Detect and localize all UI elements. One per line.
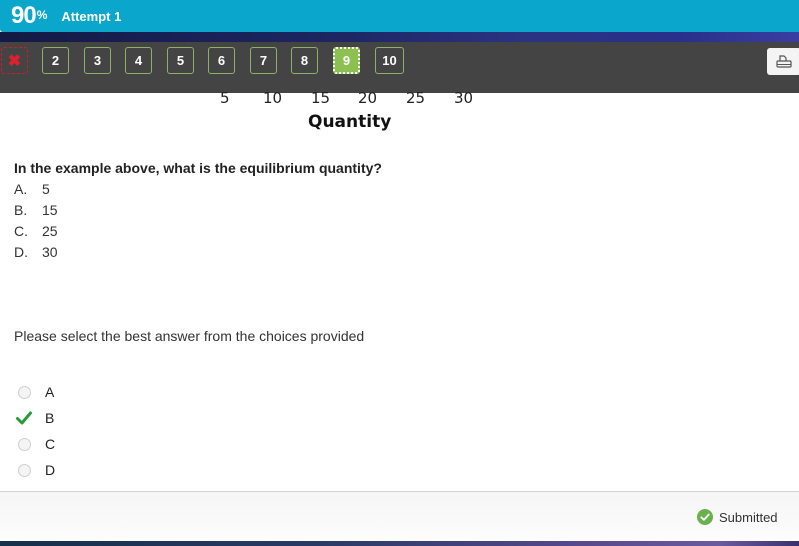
choice-d: D. 30	[14, 244, 58, 260]
choice-letter: A.	[14, 181, 28, 197]
choice-letter: C.	[14, 223, 28, 239]
x-tick-label: 15	[311, 89, 331, 107]
instruction-text: Please select the best answer from the c…	[14, 328, 365, 344]
choice-letter: D.	[14, 244, 28, 260]
attempt-label: Attempt 1	[61, 8, 122, 24]
print-button[interactable]	[767, 48, 799, 75]
question-4-button[interactable]: 4	[125, 47, 152, 74]
choice-value: 15	[42, 202, 58, 218]
checkmark-icon	[16, 411, 32, 425]
question-8-button[interactable]: 8	[291, 47, 318, 74]
radio-button[interactable]	[18, 463, 31, 477]
choice-value: 5	[42, 181, 50, 197]
x-tick-label: 30	[454, 89, 474, 107]
choice-b: B. 15	[14, 202, 58, 218]
question-1-button[interactable]: ✖	[1, 47, 28, 74]
answer-label: B	[45, 410, 55, 426]
score-unit: %	[36, 8, 48, 22]
choice-a: A. 5	[14, 181, 50, 197]
question-10-button[interactable]: 10	[375, 47, 404, 74]
radio-button[interactable]	[18, 385, 31, 399]
question-3-button[interactable]: 3	[84, 47, 111, 74]
background-strip-bottom	[0, 541, 799, 546]
answer-option-c[interactable]: C	[17, 434, 55, 454]
submitted-status: Submitted	[697, 509, 778, 525]
x-tick-label: 25	[406, 89, 426, 107]
question-5-button[interactable]: 5	[167, 47, 194, 74]
choice-value: 30	[42, 244, 58, 260]
question-nav-bar: ✖ 2 3 4 5 6 7 8 9 10	[0, 42, 799, 93]
x-tick-label: 20	[358, 89, 378, 107]
question-2-button[interactable]: 2	[42, 47, 69, 74]
radio-button[interactable]	[18, 437, 31, 451]
footer-bar	[0, 491, 799, 541]
answer-label: A	[45, 384, 55, 400]
choice-c: C. 25	[14, 223, 58, 239]
x-tick-label: 5	[220, 89, 230, 107]
question-text: In the example above, what is the equili…	[14, 160, 382, 176]
choice-letter: B.	[14, 202, 28, 218]
x-axis-label: Quantity	[308, 112, 392, 132]
question-6-button[interactable]: 6	[208, 47, 235, 74]
question-7-button[interactable]: 7	[250, 47, 277, 74]
answer-option-d[interactable]: D	[17, 460, 55, 480]
x-tick-label: 10	[263, 89, 283, 107]
question-9-button[interactable]: 9	[333, 47, 360, 74]
choice-value: 25	[42, 223, 58, 239]
answer-label: C	[45, 436, 56, 452]
status-text: Submitted	[719, 509, 778, 525]
check-circle-icon	[697, 509, 713, 525]
x-icon: ✖	[7, 52, 22, 70]
answer-label: D	[45, 462, 56, 478]
background-strip	[0, 32, 799, 42]
score-value: 90	[11, 2, 37, 29]
answer-option-a[interactable]: A	[17, 382, 54, 402]
answer-option-b[interactable]: B	[16, 408, 55, 428]
printer-icon	[776, 54, 792, 68]
score-header: 90 % Attempt 1	[0, 0, 799, 32]
